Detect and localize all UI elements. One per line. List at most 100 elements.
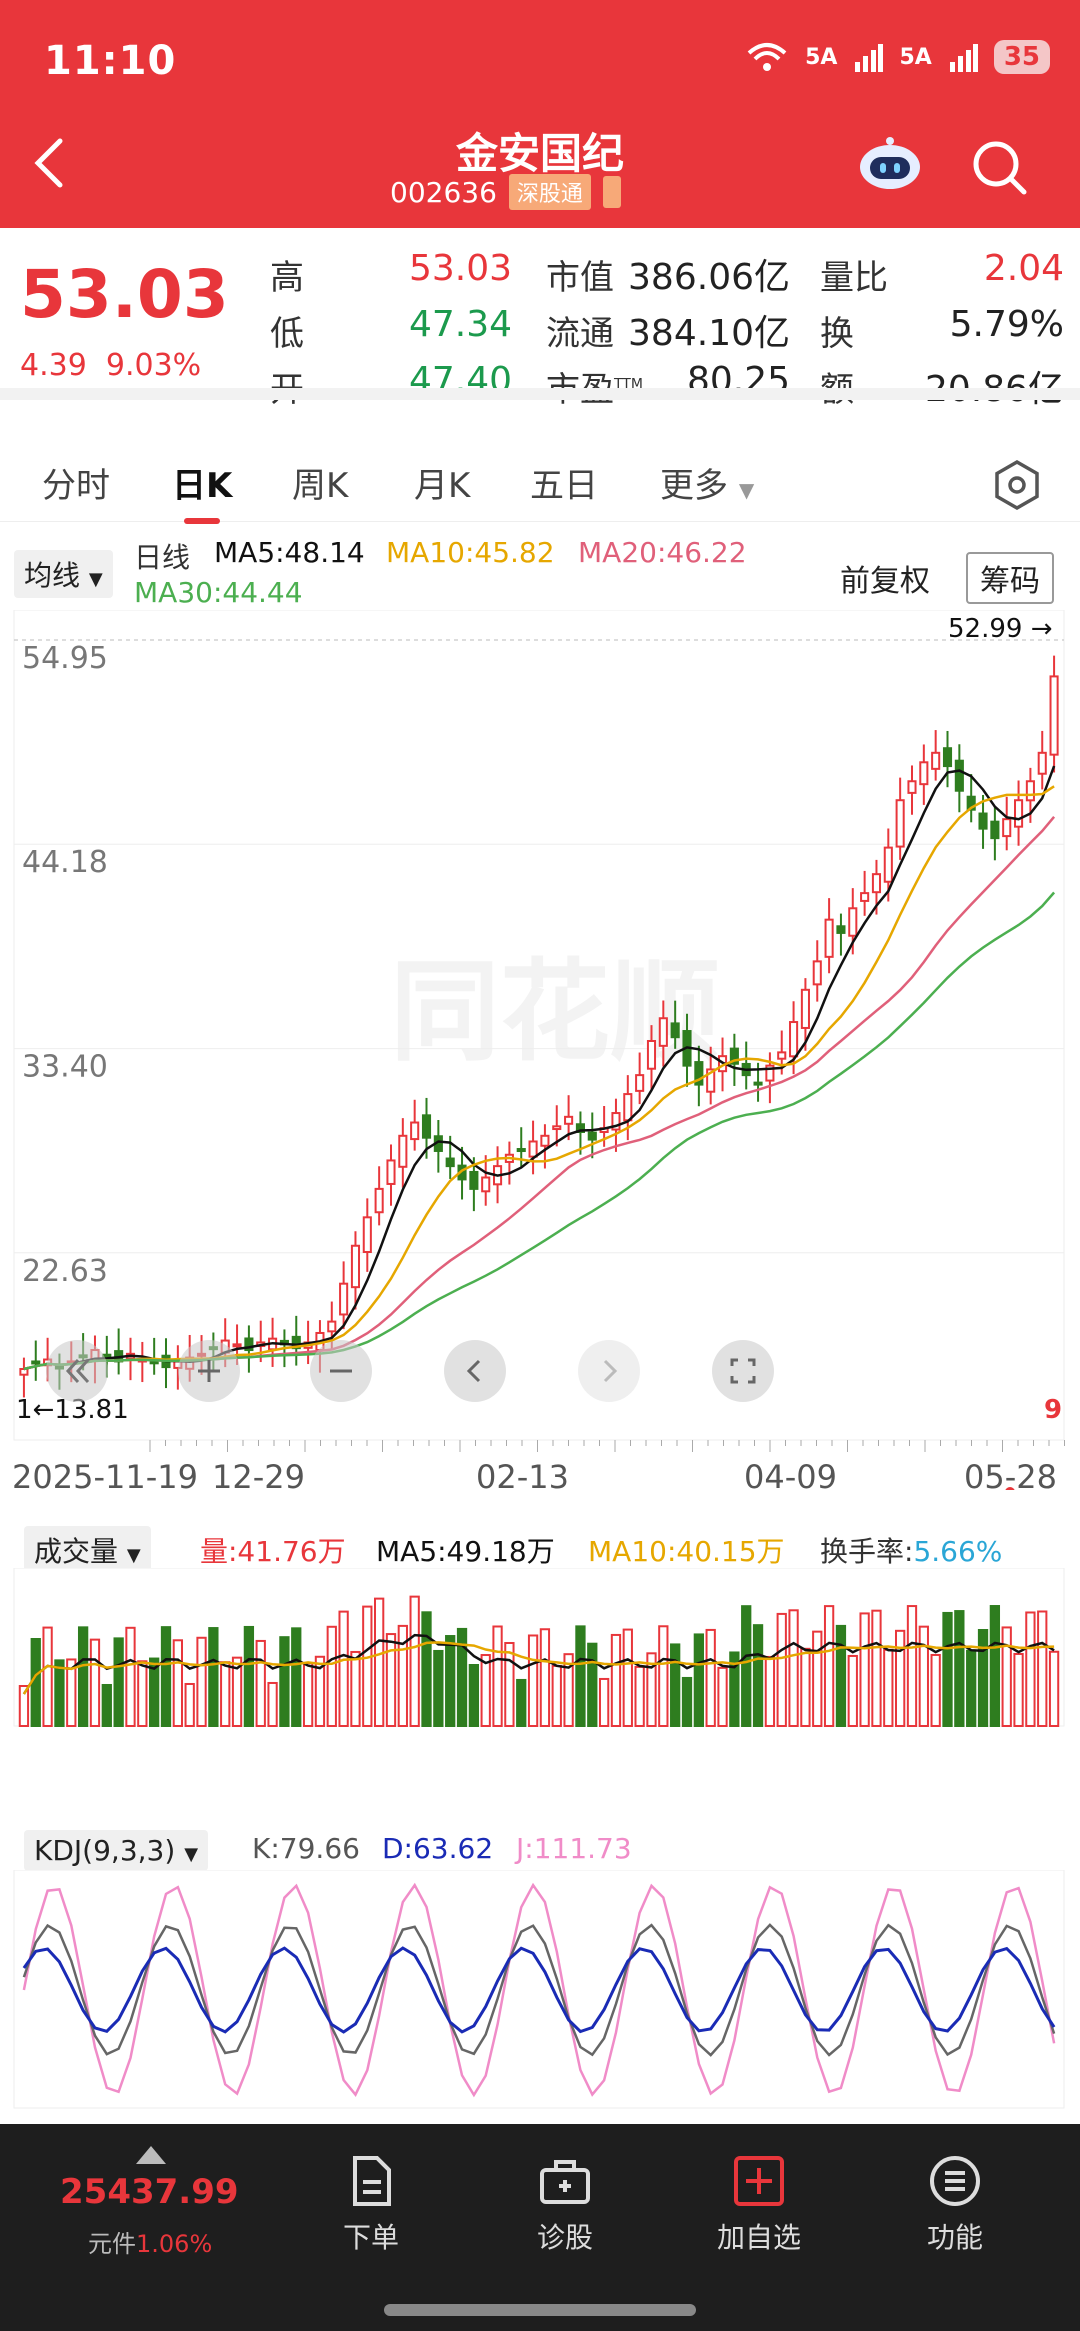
candle-body — [848, 907, 858, 937]
period-tabs: 分时 日K 周K 月K 五日 更多 ▼ — [0, 412, 1080, 524]
kline-chart[interactable]: 同花顺 54.9544.1833.4022.6352.99 →1←13.81 92… — [0, 610, 1080, 1490]
volume-bar — [326, 1625, 337, 1727]
ma-dropdown[interactable]: 均线 ▼ — [14, 550, 113, 598]
y-tick-label: 44.18 — [22, 845, 108, 880]
y-tick-label: 33.40 — [22, 1050, 108, 1085]
ma30-label: MA30:44.44 — [134, 576, 303, 609]
volume-bar — [196, 1636, 207, 1727]
candle-body — [658, 1017, 668, 1047]
tab-weekly-k[interactable]: 周K — [292, 458, 348, 507]
candle-body — [824, 918, 834, 958]
candle-body — [907, 780, 917, 794]
index-value[interactable]: 25437.99 — [60, 2172, 239, 2212]
briefcase-icon — [540, 2160, 590, 2204]
ma-dropdown-label: 均线 — [24, 559, 81, 592]
prev-button[interactable] — [444, 1340, 506, 1402]
index-sub: 元件1.06% — [88, 2224, 212, 2259]
add-square-icon — [734, 2156, 784, 2206]
candle-body — [1025, 780, 1035, 802]
volume-bar — [883, 1648, 894, 1727]
plus-icon — [198, 1360, 220, 1382]
search-icon[interactable] — [970, 138, 1030, 198]
price-change: 4.39 9.03% — [20, 348, 201, 383]
volume-bar — [764, 1655, 776, 1727]
nav-diagnose[interactable]: 诊股 — [490, 2154, 640, 2256]
x-tick-label: 2025-11-19 — [12, 1458, 198, 1490]
nav-functions-label: 功能 — [926, 2221, 983, 2254]
kdj-j: J:111.73 — [516, 1832, 632, 1865]
volume-bar — [125, 1626, 136, 1727]
candle-body — [232, 1343, 242, 1348]
volume-bar — [1001, 1626, 1012, 1728]
kdj-chart[interactable] — [0, 1870, 1080, 2110]
settings-hexagon-icon[interactable] — [990, 458, 1044, 512]
volume-bar — [812, 1630, 823, 1727]
high-label: 高 — [270, 258, 304, 298]
stock-code-row: 002636 深股通 — [390, 174, 621, 210]
nav-order[interactable]: 下单 — [296, 2154, 446, 2256]
volume-bar — [954, 1610, 965, 1727]
zoom-in-button[interactable] — [178, 1340, 240, 1402]
high-marker: 52.99 → — [948, 614, 1052, 644]
volume-bar — [752, 1624, 764, 1728]
volume-bar — [421, 1611, 432, 1727]
volume-bar — [208, 1627, 219, 1727]
volume-bar — [480, 1654, 491, 1727]
rewind-button[interactable] — [46, 1340, 108, 1402]
nav-add-watchlist[interactable]: 加自选 — [684, 2154, 834, 2256]
x-tick-label: 05-28 — [964, 1458, 1057, 1490]
tab-intraday[interactable]: 分时 — [42, 458, 110, 507]
volume-bar — [1013, 1652, 1024, 1727]
fullscreen-button[interactable] — [712, 1340, 774, 1402]
robot-assistant-icon[interactable] — [858, 135, 922, 191]
adjust-button[interactable]: 前复权 — [840, 556, 930, 600]
high-value: 53.03 — [408, 248, 512, 289]
index-label: 元件 — [88, 2230, 136, 2258]
candle-body — [800, 988, 810, 1029]
volume-bar — [930, 1653, 941, 1727]
tab-daily-k[interactable]: 日K — [172, 458, 232, 507]
volume-bar — [137, 1660, 148, 1727]
volume-bar — [279, 1636, 290, 1727]
candle-body — [942, 747, 953, 768]
index-pct: 1.06% — [136, 2230, 213, 2258]
volume-bar — [1037, 1610, 1048, 1727]
tab-five-day[interactable]: 五日 — [530, 458, 598, 507]
volume-bar — [693, 1633, 704, 1727]
volume-bar — [267, 1681, 278, 1727]
home-indicator[interactable] — [384, 2304, 696, 2316]
zoom-out-button[interactable] — [310, 1340, 372, 1402]
kdj-d: D:63.62 — [382, 1832, 494, 1865]
watermark: 同花顺 — [390, 948, 720, 1076]
nav-functions[interactable]: 功能 — [880, 2154, 1030, 2256]
mcap-value: 386.06亿 — [628, 257, 790, 298]
ma10-label: MA10:45.82 — [386, 536, 555, 569]
candle-body — [410, 1121, 420, 1141]
tab-monthly-k[interactable]: 月K — [414, 458, 470, 507]
candle-body — [564, 1115, 574, 1125]
divider — [0, 388, 1080, 400]
volume-chart[interactable] — [0, 1568, 1080, 1728]
connect-tag: 深股通 — [508, 174, 591, 210]
chips-button[interactable]: 筹码 — [966, 552, 1054, 604]
kdj-dropdown[interactable]: KDJ(9,3,3) ▼ — [24, 1830, 209, 1871]
volume-bar — [859, 1612, 870, 1728]
candle-body — [895, 799, 905, 848]
nav-diagnose-label: 诊股 — [536, 2221, 593, 2254]
volume-bar — [445, 1635, 456, 1727]
document-icon — [353, 2156, 391, 2206]
volume-dropdown[interactable]: 成交量 ▼ — [24, 1526, 151, 1574]
next-button[interactable] — [578, 1340, 640, 1402]
network-2-label: 5A — [899, 44, 932, 70]
volume-ma5: MA5:49.18万 — [376, 1535, 555, 1568]
volume-bar — [101, 1683, 112, 1727]
open-label: 开 — [270, 362, 304, 411]
volume-bar — [670, 1643, 681, 1727]
volume-bar — [989, 1605, 1001, 1727]
candle-body — [421, 1114, 432, 1139]
volume-bar — [575, 1625, 586, 1727]
mcap-label: 市值 — [546, 258, 614, 298]
candle-body — [883, 846, 893, 883]
tab-more[interactable]: 更多 ▼ — [660, 458, 754, 507]
float-value: 384.10亿 — [628, 313, 790, 354]
